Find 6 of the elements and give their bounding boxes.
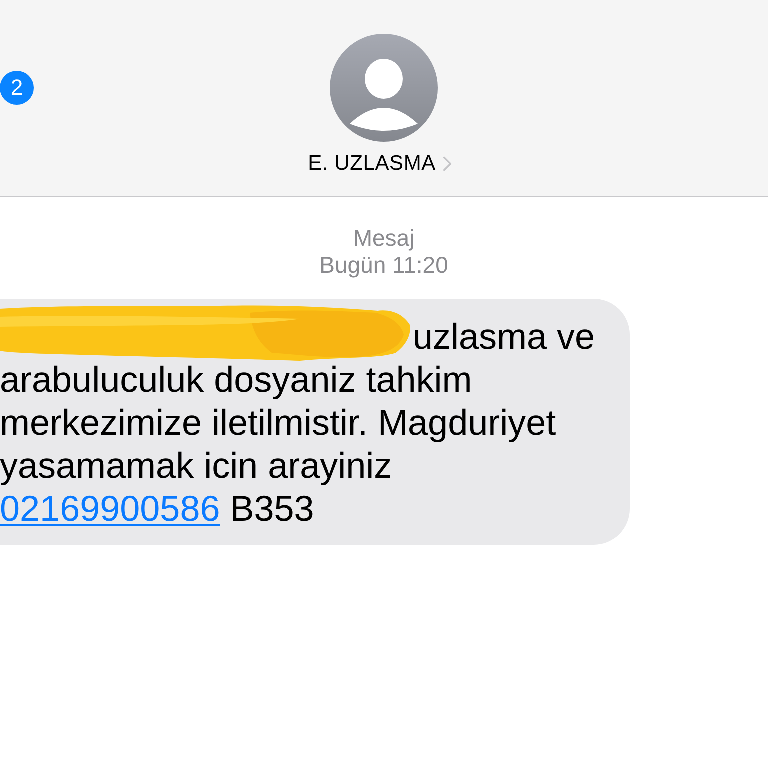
message-timestamp: Bugün 11:20 [320,252,448,279]
service-label: Mesaj [353,225,415,252]
contact-avatar-icon[interactable] [330,34,438,142]
contact-name[interactable]: E. UZLASMA [308,150,436,178]
back-unread-badge[interactable]: 2 [0,71,34,105]
phone-number-link[interactable]: 02169900586 [0,488,220,529]
